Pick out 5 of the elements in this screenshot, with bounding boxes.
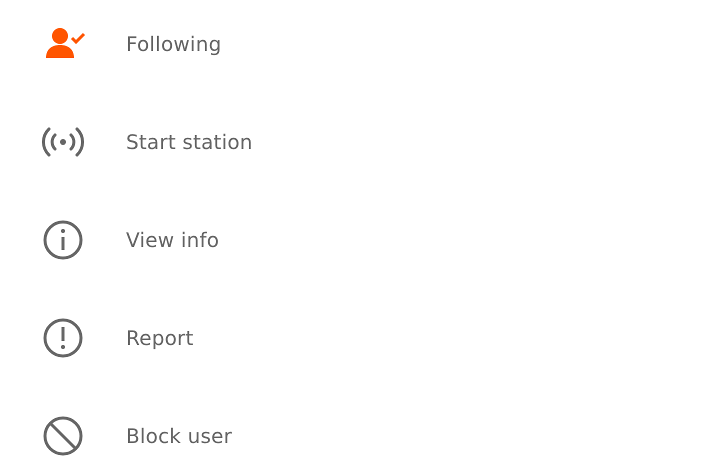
menu-item[interactable]: Following (126, 32, 222, 56)
menu-item[interactable]: View info (126, 228, 220, 252)
menu-item[interactable]: Start station (126, 130, 253, 154)
menu-item[interactable]: Block user (126, 424, 232, 448)
menu-item[interactable]: Report (126, 326, 194, 350)
